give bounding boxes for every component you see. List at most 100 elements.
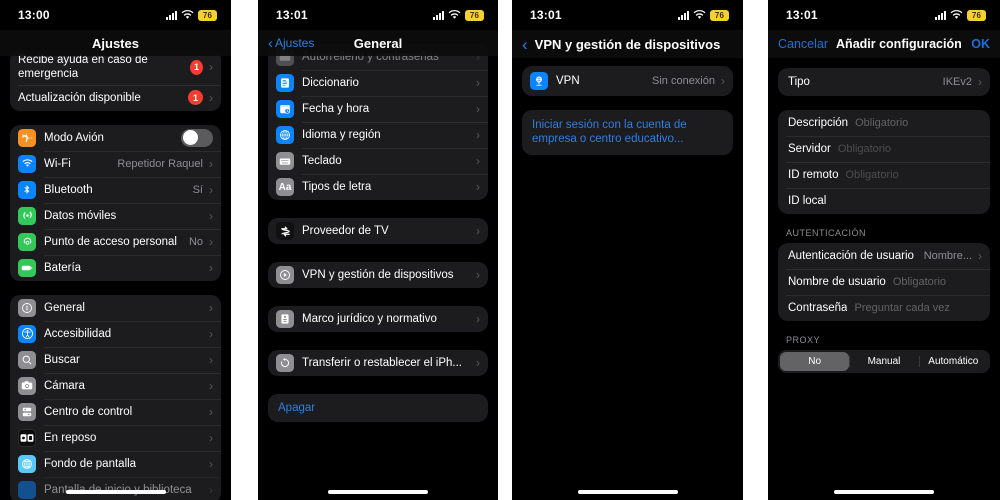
home-indicator <box>65 490 166 494</box>
chevron-right-icon: › <box>209 456 213 471</box>
vpn-device-icon <box>276 266 294 284</box>
sidebar-item-airplane-mode[interactable]: Modo Avión <box>10 125 221 151</box>
general-list[interactable]: Autorrelleno y contraseñas › Diccionario… <box>258 44 498 422</box>
status-indicators: 76 <box>678 9 729 21</box>
search-icon <box>18 350 36 369</box>
list-item-language-region[interactable]: Idioma y región › <box>268 122 488 148</box>
sidebar-item-label: Wi-Fi <box>44 157 71 170</box>
status-badge: 1 <box>188 90 203 106</box>
list-item-label: Teclado <box>302 155 342 167</box>
sidebar-item-wallpaper[interactable]: Fondo de pantalla › <box>10 450 221 477</box>
list-item-keyboard[interactable]: Teclado › <box>268 148 488 174</box>
settings-group-tv-provider: Proveedor de TV › <box>268 218 488 244</box>
proxy-segmented-control[interactable]: No Manual Automático <box>778 350 990 373</box>
list-item-transfer-reset[interactable]: Transferir o restablecer el iPh... › <box>268 350 488 376</box>
sidebar-item-battery[interactable]: Batería › <box>10 254 221 281</box>
list-item-dictionary[interactable]: Diccionario › <box>268 70 488 96</box>
status-indicators: 76 <box>433 9 484 21</box>
vpn-list[interactable]: VPN Sin conexión › Iniciar sesión con la… <box>512 58 743 155</box>
sidebar-item-control-center[interactable]: Centro de control › <box>10 398 221 425</box>
ok-button[interactable]: OK <box>971 37 990 51</box>
sidebar-item-label: Buscar <box>44 353 80 366</box>
sidebar-item-camera[interactable]: Cámara › <box>10 372 221 399</box>
tv-provider-icon <box>276 222 294 240</box>
field-description[interactable]: Descripción Obligatorio <box>778 110 990 136</box>
chevron-right-icon: › <box>476 224 480 238</box>
screenshot-stage: 13:00 76 Ajustes Recibe ayuda en caso de… <box>0 0 1000 500</box>
sidebar-item-label: Datos móviles <box>44 209 117 222</box>
chevron-right-icon: › <box>209 378 213 393</box>
sidebar-item-general[interactable]: General › <box>10 295 221 321</box>
shutdown-button[interactable]: Apagar <box>268 394 488 422</box>
list-item-date-time[interactable]: Fecha y hora › <box>268 96 488 122</box>
settings-group-keyboard: Autorrelleno y contraseñas › Diccionario… <box>268 44 488 200</box>
status-bar: 13:01 76 <box>512 0 743 30</box>
sidebar-item-search[interactable]: Buscar › <box>10 346 221 373</box>
accessibility-icon <box>18 324 36 343</box>
sidebar-item-hotspot[interactable]: Punto de acceso personal No › <box>10 228 221 255</box>
sidebar-item-label: Cámara <box>44 379 85 392</box>
chevron-right-icon: › <box>978 249 982 263</box>
settings-group-enterprise-signin: Iniciar sesión con la cuenta de empresa … <box>522 110 733 155</box>
back-button[interactable]: ‹ <box>522 36 528 53</box>
back-button-label: Ajustes <box>275 36 315 50</box>
enterprise-signin-button[interactable]: Iniciar sesión con la cuenta de empresa … <box>522 110 733 155</box>
add-config-form[interactable]: Tipo IKEv2 › Descripción Obligatorio Ser… <box>768 58 1000 373</box>
settings-group-shutdown: Apagar <box>268 394 488 422</box>
proxy-option-auto[interactable]: Automático <box>918 352 988 371</box>
sidebar-item-home-screen[interactable]: Pantalla de inicio y biblioteca › <box>10 476 221 500</box>
field-username[interactable]: Nombre de usuario Obligatorio <box>778 269 990 295</box>
list-item-vpn-device-management[interactable]: VPN y gestión de dispositivos › <box>268 262 488 288</box>
list-item-legal[interactable]: Marco jurídico y normativo › <box>268 306 488 332</box>
chevron-right-icon: › <box>209 482 213 497</box>
settings-list[interactable]: Recibe ayuda en caso de emergencia 1 › A… <box>0 50 231 500</box>
proxy-option-off[interactable]: No <box>780 352 850 371</box>
sidebar-item-accessibility[interactable]: Accesibilidad › <box>10 320 221 347</box>
list-item-label: Fecha y hora <box>302 103 370 115</box>
chevron-right-icon: › <box>209 300 213 315</box>
list-item-tv-provider[interactable]: Proveedor de TV › <box>268 218 488 244</box>
sidebar-item-standby[interactable]: En reposo › <box>10 424 221 451</box>
field-user-authentication[interactable]: Autenticación de usuario Nombre... › <box>778 243 990 269</box>
sidebar-item-cellular[interactable]: Datos móviles › <box>10 202 221 229</box>
form-group-authentication: Autenticación de usuario Nombre... › Nom… <box>778 243 990 321</box>
field-server-label: Servidor <box>788 143 831 155</box>
status-time: 13:00 <box>18 8 50 22</box>
back-button[interactable]: ‹ Ajustes <box>268 36 314 51</box>
legal-icon <box>276 310 294 328</box>
sidebar-item-bluetooth[interactable]: Bluetooth Sí › <box>10 176 221 203</box>
sidebar-item-wifi[interactable]: Wi-Fi Repetidor Raquel › <box>10 150 221 177</box>
settings-group-system: General › Accesibilidad › Buscar › Cámar… <box>10 294 221 500</box>
field-remote-id-placeholder: Obligatorio <box>845 169 899 181</box>
field-remote-id[interactable]: ID remoto Obligatorio <box>778 162 990 188</box>
list-item-label: VPN <box>556 75 580 87</box>
sidebar-item-label: Centro de control <box>44 405 133 418</box>
field-local-id[interactable]: ID local <box>778 188 990 214</box>
language-region-icon <box>276 126 294 144</box>
list-item-label: Transferir o restablecer el iPh... <box>302 357 462 369</box>
hotspot-state-value: No <box>188 235 203 248</box>
chevron-right-icon: › <box>209 156 213 171</box>
cellular-signal-icon <box>935 10 946 20</box>
sidebar-item-label: Punto de acceso personal <box>44 235 177 248</box>
wifi-status-icon <box>448 10 461 20</box>
field-remote-id-label: ID remoto <box>788 169 839 181</box>
cellular-signal-icon <box>433 10 444 20</box>
field-server[interactable]: Servidor Obligatorio <box>778 136 990 162</box>
chevron-right-icon: › <box>476 102 480 116</box>
sidebar-item-label: Modo Avión <box>44 131 104 144</box>
settings-group-connectivity: Modo Avión Wi-Fi Repetidor Raquel › Blue… <box>10 124 221 281</box>
field-type[interactable]: Tipo IKEv2 › <box>778 68 990 96</box>
field-password[interactable]: Contraseña Preguntar cada vez <box>778 295 990 321</box>
airplane-mode-toggle[interactable] <box>181 128 213 147</box>
cancel-button[interactable]: Cancelar <box>778 37 828 51</box>
chevron-right-icon: › <box>209 352 213 367</box>
list-item[interactable]: Actualización disponible 1 › <box>10 84 221 111</box>
field-password-placeholder: Preguntar cada vez <box>854 302 950 314</box>
field-local-id-label: ID local <box>788 195 827 207</box>
chevron-right-icon: › <box>476 268 480 282</box>
list-item-fonts[interactable]: Aa Tipos de letra › <box>268 174 488 200</box>
status-badge: 1 <box>190 59 203 75</box>
proxy-option-manual[interactable]: Manual <box>849 352 918 371</box>
list-item-vpn[interactable]: VPN Sin conexión › <box>522 66 733 96</box>
